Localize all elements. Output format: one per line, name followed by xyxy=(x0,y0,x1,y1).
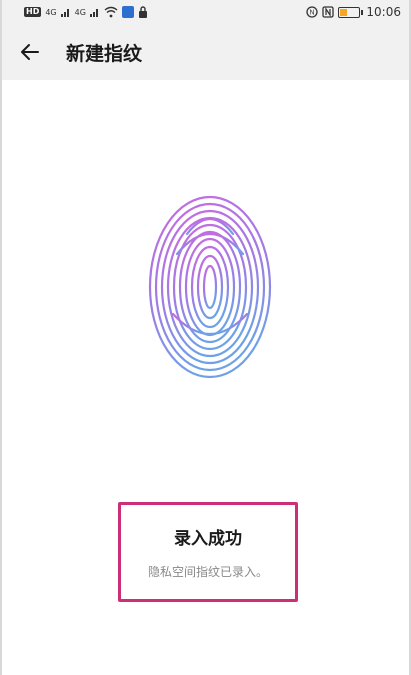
app-notification-icon xyxy=(121,5,134,19)
fingerprint-icon xyxy=(148,195,272,379)
page-title: 新建指纹 xyxy=(66,42,143,65)
result-title: 录入成功 xyxy=(174,529,242,549)
lock-icon xyxy=(138,5,148,19)
app-bar: 新建指纹 xyxy=(2,24,409,80)
result-box: 录入成功 隐私空间指纹已录入。 xyxy=(118,502,298,602)
hd-icon: HD xyxy=(24,7,42,17)
screen: HD 4G 4G N 10:06 新建指纹 录入成功 隐私空间指纹已录入。 xyxy=(0,0,411,675)
status-right: N 10:06 xyxy=(306,5,401,19)
svg-text:N: N xyxy=(310,10,315,17)
battery-fill xyxy=(340,8,347,16)
signal-4g-icon-2: 4G xyxy=(74,7,86,17)
wifi-icon xyxy=(104,5,118,19)
status-time: 10:06 xyxy=(366,5,401,19)
arrow-left-icon xyxy=(21,44,39,60)
back-button[interactable] xyxy=(18,34,54,70)
signal-bars-icon-2 xyxy=(89,5,100,19)
nfc-icon xyxy=(322,5,335,19)
battery-icon xyxy=(338,6,364,18)
signal-bars-icon xyxy=(60,5,71,19)
status-bar: HD 4G 4G N 10:06 xyxy=(2,0,409,24)
signal-4g-icon: 4G xyxy=(45,7,57,17)
nfc-alt-icon: N xyxy=(306,5,319,19)
status-left: HD 4G 4G xyxy=(24,5,148,19)
result-subtitle: 隐私空间指纹已录入。 xyxy=(147,565,268,579)
